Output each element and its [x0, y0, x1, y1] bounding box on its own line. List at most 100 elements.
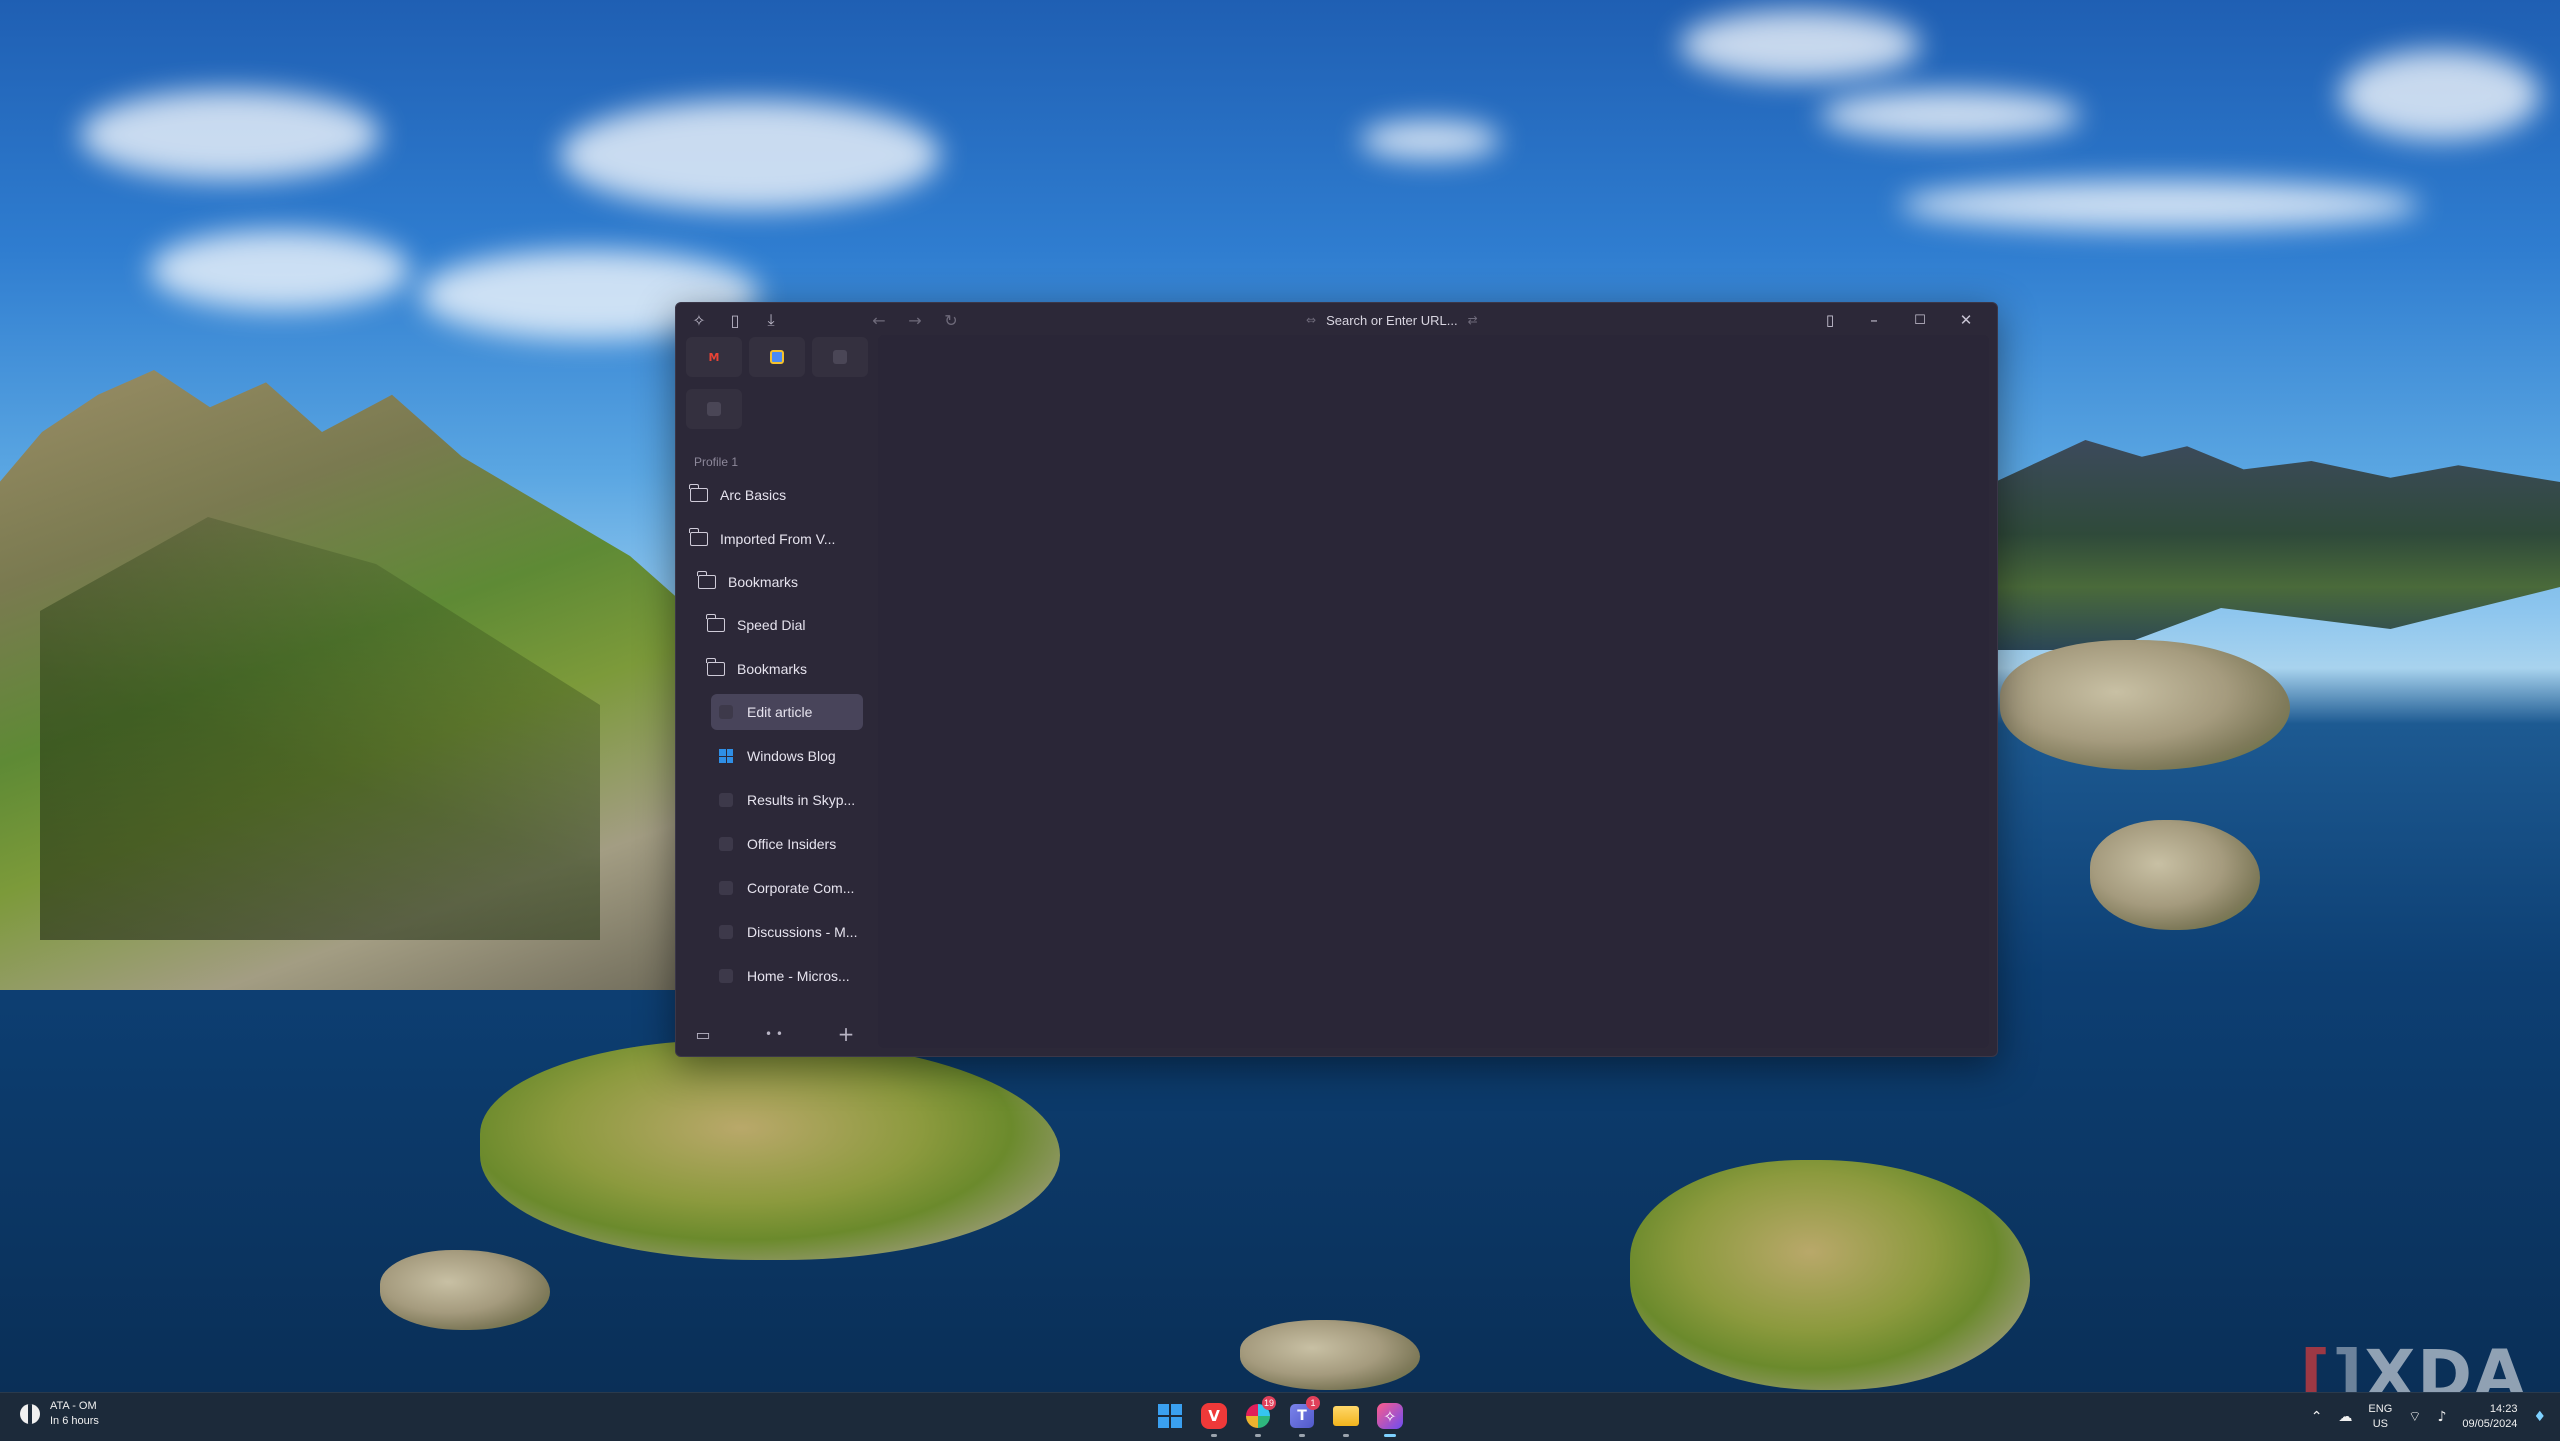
active-indicator	[1384, 1434, 1396, 1437]
folder-icon	[689, 484, 708, 502]
google-meet-icon	[770, 350, 784, 364]
island	[2090, 820, 2260, 930]
weather-text: ATA - OM In 6 hours	[50, 1399, 99, 1429]
pinned-tile-meet[interactable]	[749, 337, 805, 377]
island	[2000, 640, 2290, 770]
running-indicator	[1211, 1434, 1217, 1437]
link-icon: ⇔	[1306, 313, 1317, 327]
sidebar-item-label: Discussions - M...	[747, 924, 858, 940]
sidebar-folder-imported[interactable]: Imported From V...	[689, 521, 860, 557]
toggle-sidebar-icon[interactable]: ▯	[722, 307, 748, 333]
reload-icon[interactable]: ↻	[938, 307, 964, 333]
folder-icon	[697, 571, 716, 589]
sidebar-tab-home-microsoft[interactable]: Home - Micros...	[719, 958, 860, 994]
running-indicator	[1343, 1434, 1349, 1437]
pinned-tile-gmail[interactable]: M	[686, 337, 742, 377]
sidebar-item-label: Office Insiders	[747, 836, 837, 852]
chevron-up-icon[interactable]: ⌃	[2311, 1409, 2323, 1425]
clock-time: 14:23	[2489, 1403, 2518, 1415]
sidebar-item-label: Home - Micros...	[747, 968, 850, 984]
sidebar-item-label: Windows Blog	[747, 748, 836, 764]
url-bar[interactable]: ⇔ Search or Enter URL... ⇄	[1306, 309, 1478, 331]
island	[1630, 1160, 2030, 1390]
cloud	[1680, 10, 1920, 80]
mountains-right	[1995, 440, 2560, 650]
island	[480, 1040, 1060, 1260]
language-label: ENG	[2368, 1403, 2393, 1415]
browser-sidebar: ✧ ▯ ⤓ ← → ↻ M Profile 1 Arc Basics Impor…	[676, 303, 958, 1056]
cloud	[2340, 50, 2540, 140]
maximize-icon[interactable]: ☐	[1900, 307, 1940, 333]
page-favicon	[719, 881, 733, 895]
sidebar-item-label: Imported From V...	[720, 531, 836, 547]
language-indicator[interactable]: ENG US	[2368, 1402, 2392, 1432]
site-controls-icon[interactable]: ⇄	[1468, 313, 1478, 327]
close-icon[interactable]: ✕	[1946, 307, 1986, 333]
pinned-tile-blank[interactable]	[686, 389, 742, 429]
cloud	[1900, 180, 2420, 230]
sidebar-tab-office-insiders[interactable]: Office Insiders	[719, 826, 860, 862]
back-icon[interactable]: ←	[866, 307, 892, 333]
sidebar-item-label: Bookmarks	[728, 574, 799, 590]
weather-title: ATA - OM	[50, 1400, 97, 1412]
notification-bell-icon[interactable]: ♦	[2533, 1409, 2546, 1425]
wifi-icon[interactable]: ⌔	[2408, 1408, 2421, 1426]
folder-icon	[689, 528, 708, 546]
sidebar-tab-discussions[interactable]: Discussions - M...	[719, 914, 860, 950]
sidebar-item-label: Bookmarks	[737, 661, 808, 677]
file-explorer-icon[interactable]	[1330, 1400, 1362, 1437]
spaces-dots-icon[interactable]: • •	[761, 1021, 787, 1047]
cloud	[560, 100, 940, 210]
sidebar-item-label: Speed Dial	[737, 617, 806, 633]
web-content-area[interactable]	[878, 335, 1989, 1048]
cloud	[80, 90, 380, 180]
sidebar-tab-windows-blog[interactable]: Windows Blog	[719, 738, 860, 774]
clock-date: 09/05/2024	[2462, 1418, 2518, 1430]
running-indicator	[1255, 1434, 1261, 1437]
forward-icon[interactable]: →	[902, 307, 928, 333]
sidebar-folder-speed-dial[interactable]: Speed Dial	[706, 607, 860, 643]
arc-logo-icon[interactable]: ✧	[686, 307, 712, 333]
windows-logo-icon	[719, 749, 733, 763]
sidebar-folder-arc-basics[interactable]: Arc Basics	[689, 477, 860, 513]
windows-start-icon[interactable]	[1154, 1400, 1186, 1432]
teams-icon[interactable]: T 1	[1286, 1396, 1320, 1437]
notification-badge: 1	[1306, 1396, 1320, 1410]
page-favicon	[719, 925, 733, 939]
sidebar-tab-corporate[interactable]: Corporate Com...	[719, 870, 860, 906]
taskbar: ATA - OM In 6 hours V 19 T 1 ✧ ⌃ ☁ ENG U…	[0, 1392, 2560, 1441]
page-favicon	[719, 837, 733, 851]
cloud	[150, 230, 410, 310]
sidebar-folder-bookmarks-sub[interactable]: Bookmarks	[706, 651, 860, 687]
sidebar-item-label: Results in Skyp...	[747, 792, 856, 808]
cloud	[1360, 120, 1500, 160]
cloud	[1820, 90, 2080, 140]
blank-tile-icon	[833, 350, 847, 364]
arc-icon[interactable]: ✧	[1374, 1400, 1406, 1437]
profile-label: Profile 1	[694, 455, 739, 469]
sidebar-folder-bookmarks[interactable]: Bookmarks	[697, 564, 860, 600]
sidebar-tab-results-skype[interactable]: Results in Skyp...	[719, 782, 860, 818]
split-view-icon[interactable]: ▯	[1810, 307, 1850, 333]
arc-browser-window: ✧ ▯ ⤓ ← → ↻ M Profile 1 Arc Basics Impor…	[675, 302, 1998, 1057]
pinned-tile-blank[interactable]	[812, 337, 868, 377]
island	[1240, 1320, 1420, 1390]
onedrive-cloud-icon[interactable]: ☁	[2338, 1409, 2352, 1425]
slack-icon[interactable]: 19	[1242, 1396, 1276, 1437]
vivaldi-icon[interactable]: V	[1198, 1400, 1230, 1437]
clock[interactable]: 14:23 09/05/2024	[2462, 1402, 2517, 1432]
sidebar-item-label: Corporate Com...	[747, 880, 855, 896]
download-icon[interactable]: ⤓	[758, 307, 784, 333]
system-tray: ⌃ ☁ ENG US ⌔ ♪ 14:23 09/05/2024 ♦	[2311, 1393, 2560, 1441]
weather-widget[interactable]: ATA - OM In 6 hours	[20, 1399, 99, 1429]
sidebar-item-label: Edit article	[747, 704, 813, 720]
sidebar-tab-edit-article[interactable]: Edit article	[711, 694, 863, 730]
minimize-icon[interactable]: –	[1854, 307, 1894, 333]
page-favicon	[719, 969, 733, 983]
page-favicon	[719, 705, 733, 719]
archive-icon[interactable]: ▭	[690, 1021, 716, 1047]
url-placeholder: Search or Enter URL...	[1326, 312, 1458, 328]
new-space-plus-icon[interactable]: +	[833, 1021, 859, 1047]
volume-icon[interactable]: ♪	[2437, 1409, 2446, 1425]
weather-subtitle: In 6 hours	[50, 1415, 99, 1427]
